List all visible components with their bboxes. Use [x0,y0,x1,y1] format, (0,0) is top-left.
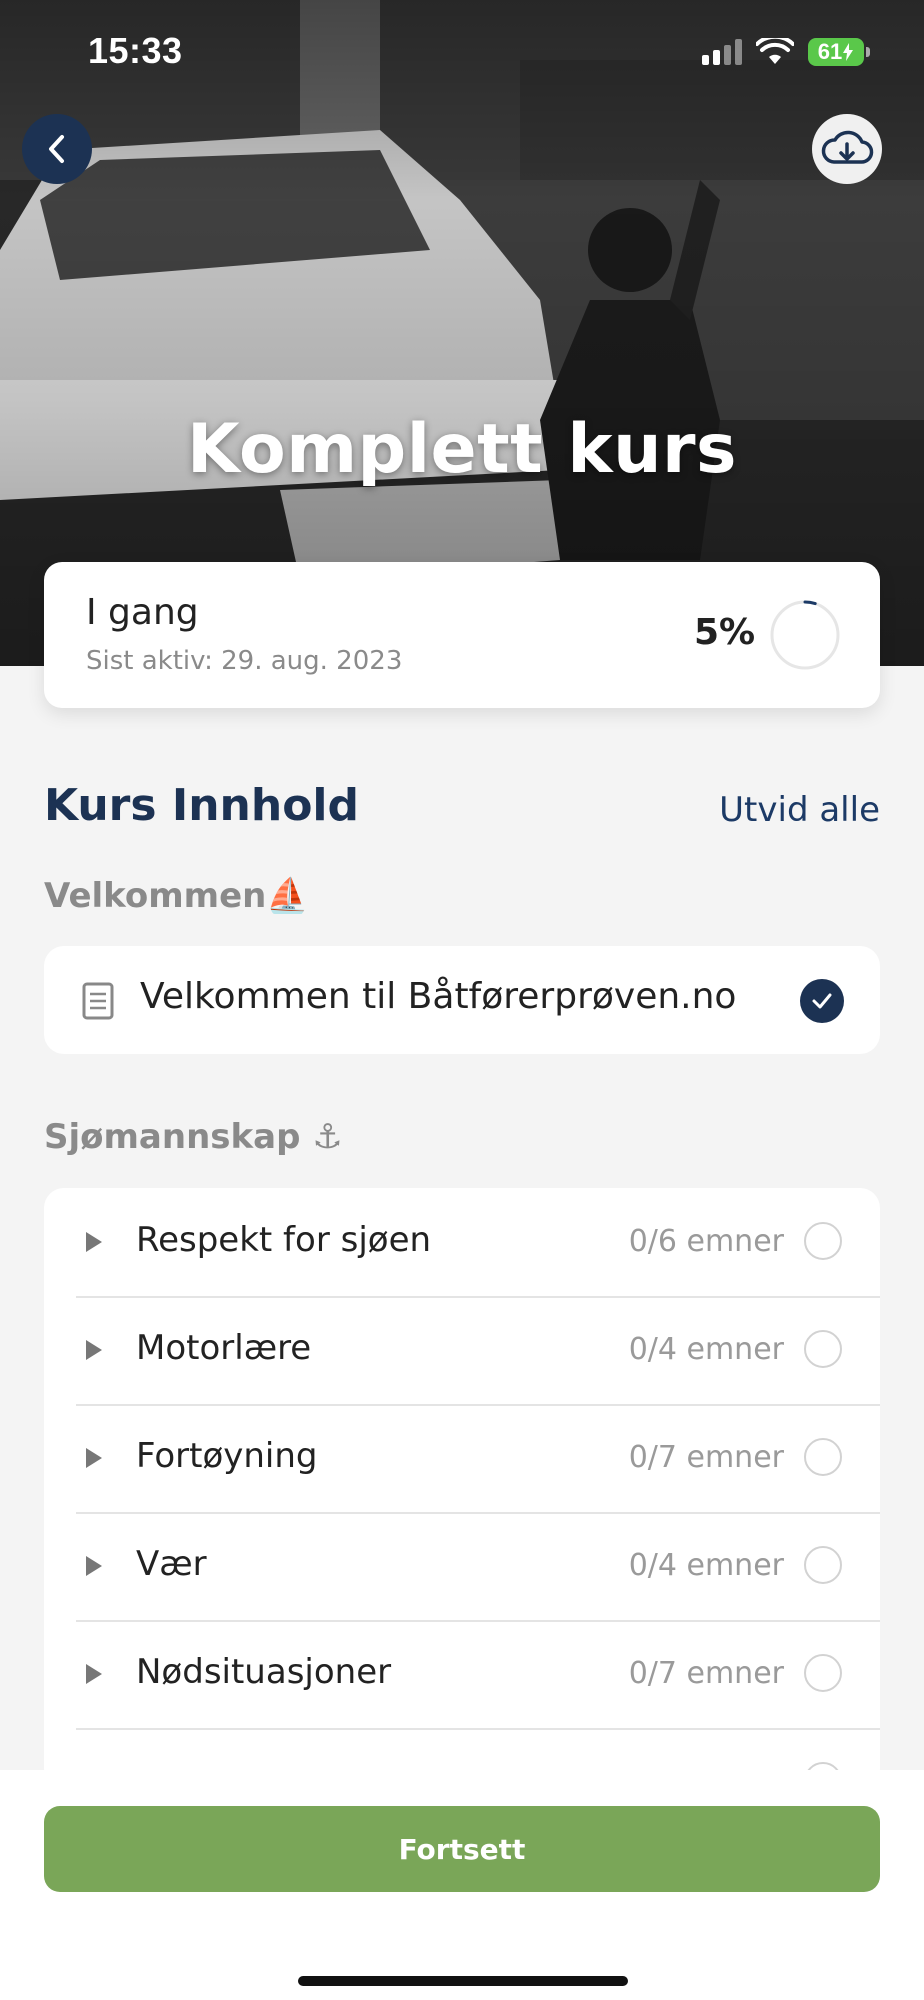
group-title-welcome: Velkommen⛵ [44,876,309,916]
lesson-row-welcome[interactable]: Velkommen til Båtførerprøven.no [44,946,880,1054]
welcome-card: Velkommen til Båtførerprøven.no [44,946,880,1054]
progress-percent: 5% [694,612,756,653]
topic-row[interactable]: Nødsituasjoner 0/7 emner [44,1620,880,1728]
status-bar: 15:33 61 [0,0,924,104]
content-section-title: Kurs Innhold [44,780,360,831]
cloud-download-icon [821,130,874,164]
topic-title: Fortøyning [136,1436,318,1476]
progress-ring [770,600,840,670]
continue-button[interactable]: Fortsett [44,1806,880,1892]
topic-row[interactable]: Respekt for sjøen 0/6 emner [44,1188,880,1296]
signal-icon [702,39,742,65]
back-button[interactable] [22,114,92,184]
expand-all-link[interactable]: Utvid alle [719,790,880,830]
battery-level: 61 [817,39,843,64]
expand-arrow-icon[interactable] [86,1448,102,1468]
topic-count: 0/4 emner [628,1548,784,1583]
status-circle-icon [804,1654,842,1692]
expand-arrow-icon[interactable] [86,1664,102,1684]
topic-count: 0/4 emner [628,1332,784,1367]
topic-row[interactable]: Vær 0/4 emner [44,1512,880,1620]
course-title: Komplett kurs [186,410,737,489]
lesson-label: Velkommen til Båtførerprøven.no [140,976,737,1017]
status-circle-icon [804,1546,842,1584]
charging-bolt-icon [843,43,854,61]
group-title-seamanship: Sjømannskap ⚓ [44,1117,343,1157]
home-indicator [298,1976,628,1986]
topic-title: Nødsituasjoner [136,1652,392,1692]
expand-arrow-icon[interactable] [86,1340,102,1360]
topic-row[interactable]: Motorlære 0/4 emner [44,1296,880,1404]
bottom-action-panel: Fortsett [0,1770,924,2000]
last-active-date: Sist aktiv: 29. aug. 2023 [86,646,403,676]
status-circle-icon [804,1438,842,1476]
expand-arrow-icon[interactable] [86,1232,102,1252]
topic-count: 0/6 emner [628,1224,784,1259]
battery-icon: 61 [808,38,870,66]
seamanship-card: Respekt for sjøen 0/6 emner Motorlære 0/… [44,1188,880,1788]
expand-arrow-icon[interactable] [86,1556,102,1576]
status-time: 15:33 [88,30,183,71]
topic-count: 0/7 emner [628,1656,784,1691]
wifi-icon [756,38,794,64]
topic-row[interactable]: Fortøyning 0/7 emner [44,1404,880,1512]
status-circle-icon [804,1222,842,1260]
topic-title: Respekt for sjøen [136,1220,432,1260]
download-button[interactable] [812,114,882,184]
completed-check-icon [800,979,844,1023]
topic-count: 0/7 emner [628,1440,784,1475]
status-icons: 61 [702,36,870,68]
topic-title: Vær [136,1544,207,1584]
progress-card: I gang Sist aktiv: 29. aug. 2023 5% [44,562,880,708]
topic-title: Motorlære [136,1328,312,1368]
progress-status: I gang [86,592,199,633]
status-circle-icon [804,1330,842,1368]
chevron-left-icon [49,135,64,163]
document-icon [82,982,114,1020]
